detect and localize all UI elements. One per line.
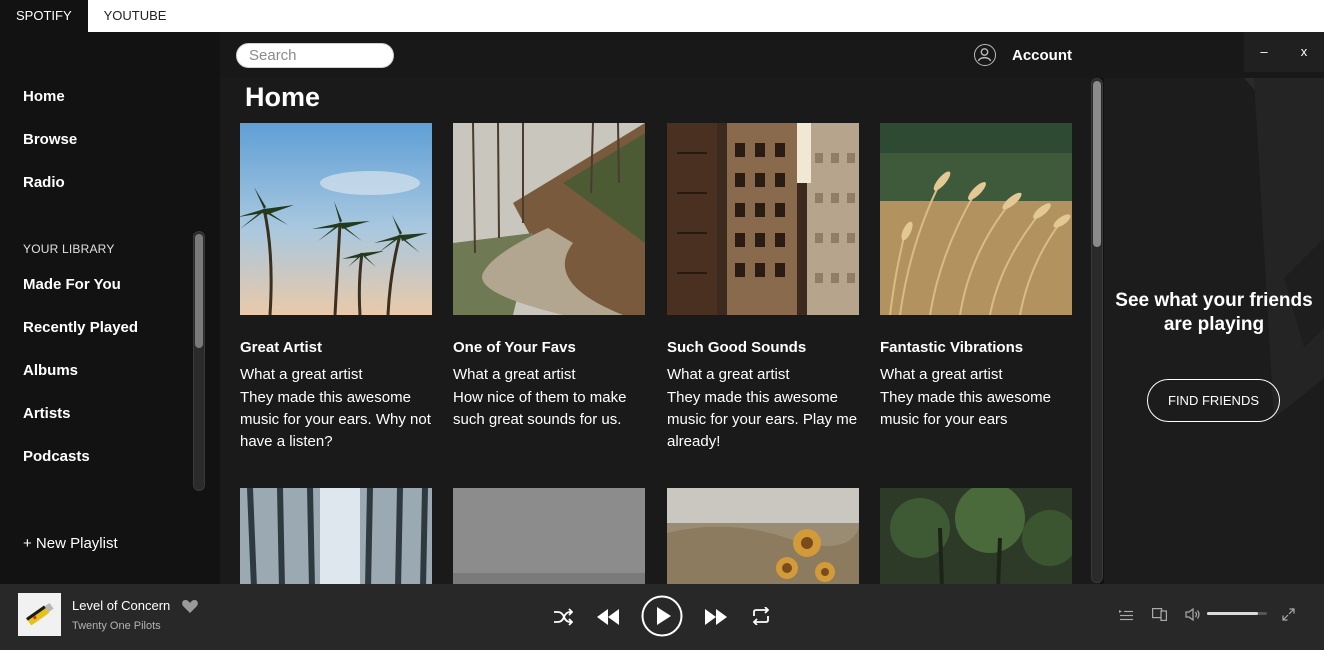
new-playlist-button[interactable]: + New Playlist: [23, 535, 118, 552]
player-bar: Level of Concern Twenty One Pilots: [0, 584, 1324, 650]
app-tab-strip: SPOTIFY YOUTUBE: [0, 0, 1324, 32]
card-title[interactable]: Such Good Sounds: [667, 339, 859, 356]
minimize-button[interactable]: –: [1244, 32, 1284, 72]
sidebar-item-recently-played[interactable]: Recently Played: [23, 319, 138, 336]
album-card-image[interactable]: [240, 488, 432, 584]
volume-icon[interactable]: [1185, 608, 1201, 621]
library-heading: YOUR LIBRARY: [23, 242, 115, 256]
album-card[interactable]: Such Good Sounds What a great artist The…: [667, 123, 859, 453]
album-card-image[interactable]: [880, 488, 1072, 584]
album-card[interactable]: One of Your Favs What a great artist How…: [453, 123, 645, 431]
album-card-image[interactable]: [453, 488, 645, 584]
album-card-image[interactable]: [667, 488, 859, 584]
card-description: They made this awesome music for your ea…: [667, 389, 858, 450]
user-icon: [974, 44, 996, 66]
main-scrollbar[interactable]: [1091, 78, 1103, 583]
sidebar-item-podcasts[interactable]: Podcasts: [23, 448, 90, 465]
card-subtitle: What a great artist: [880, 366, 1003, 383]
card-title[interactable]: Fantastic Vibrations: [880, 339, 1072, 356]
album-card[interactable]: Great Artist What a great artist They ma…: [240, 123, 432, 453]
track-title[interactable]: Level of Concern: [72, 598, 170, 613]
sidebar-scrollbar-thumb[interactable]: [195, 234, 203, 348]
repeat-icon[interactable]: [751, 607, 771, 625]
now-playing-album-art[interactable]: [18, 593, 61, 636]
find-friends-button[interactable]: FIND FRIENDS: [1147, 379, 1280, 422]
card-description: They made this awesome music for your ea…: [880, 389, 1051, 428]
main-scrollbar-thumb[interactable]: [1093, 81, 1101, 247]
main-content: Home Great Artist What a great artist Th…: [220, 78, 1100, 584]
forest-road-image[interactable]: [453, 123, 645, 315]
card-subtitle: What a great artist: [667, 366, 790, 383]
friends-panel: See what your friends are playing FIND F…: [1104, 78, 1324, 584]
sidebar: Home Browse Radio YOUR LIBRARY Made For …: [0, 32, 220, 584]
friends-prompt-text: See what your friends are playing: [1115, 290, 1313, 335]
album-card[interactable]: Fantastic Vibrations What a great artist…: [880, 123, 1072, 431]
card-title[interactable]: One of Your Favs: [453, 339, 645, 356]
account-label: Account: [1012, 46, 1072, 64]
page-title: Home: [245, 82, 321, 112]
volume-slider-fill: [1207, 612, 1258, 615]
next-icon[interactable]: [704, 609, 728, 625]
shuffle-icon[interactable]: [553, 608, 573, 626]
top-header: Account – x: [220, 32, 1324, 78]
wheat-field-image[interactable]: [880, 123, 1072, 315]
search-input[interactable]: [236, 43, 394, 68]
close-button[interactable]: x: [1284, 32, 1324, 72]
sidebar-item-artists[interactable]: Artists: [23, 405, 71, 422]
card-title[interactable]: Great Artist: [240, 339, 432, 356]
sidebar-item-home[interactable]: Home: [23, 88, 65, 105]
sidebar-item-made-for-you[interactable]: Made For You: [23, 276, 121, 293]
account-menu[interactable]: Account: [974, 44, 1072, 66]
sidebar-item-browse[interactable]: Browse: [23, 131, 77, 148]
queue-icon[interactable]: [1119, 609, 1133, 621]
card-subtitle: What a great artist: [240, 366, 363, 383]
window-controls: – x: [1244, 32, 1324, 72]
previous-icon[interactable]: [596, 609, 620, 625]
palm-trees-image[interactable]: [240, 123, 432, 315]
card-description: They made this awesome music for your ea…: [240, 389, 431, 450]
city-buildings-image[interactable]: [667, 123, 859, 315]
spotify-app: SPOTIFY YOUTUBE Home Browse Radio YOUR L…: [0, 0, 1324, 650]
volume-slider[interactable]: [1207, 612, 1267, 615]
devices-icon[interactable]: [1152, 608, 1167, 621]
card-subtitle: What a great artist: [453, 366, 576, 383]
track-artist[interactable]: Twenty One Pilots: [72, 620, 161, 632]
sidebar-item-radio[interactable]: Radio: [23, 174, 65, 191]
tab-spotify[interactable]: SPOTIFY: [0, 0, 88, 32]
expand-icon[interactable]: [1282, 608, 1295, 621]
heart-icon[interactable]: [181, 598, 199, 614]
card-description: How nice of them to make such great soun…: [453, 389, 627, 428]
sidebar-scrollbar[interactable]: [193, 231, 205, 491]
play-button[interactable]: [641, 595, 683, 637]
tab-youtube[interactable]: YOUTUBE: [88, 0, 183, 32]
sidebar-item-albums[interactable]: Albums: [23, 362, 78, 379]
